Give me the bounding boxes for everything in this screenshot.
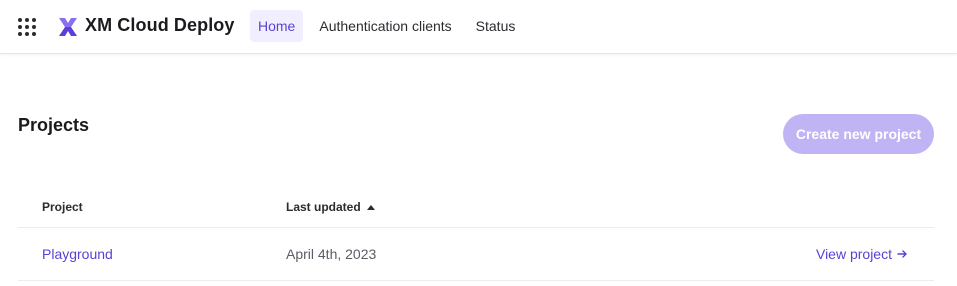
create-new-project-button[interactable]: Create new project bbox=[783, 114, 934, 154]
view-project-link[interactable]: View project bbox=[816, 246, 908, 262]
nav-item-home[interactable]: Home bbox=[250, 10, 304, 42]
xm-cloud-logo-icon bbox=[57, 16, 79, 38]
nav-item-status[interactable]: Status bbox=[468, 10, 524, 42]
arrow-right-icon bbox=[897, 250, 907, 258]
view-project-label: View project bbox=[815, 246, 892, 262]
last-updated-value: April 4th, 2023 bbox=[286, 246, 377, 262]
table-header: Project Last updated bbox=[18, 188, 934, 228]
projects-table: Project Last updated Playground April 4t… bbox=[18, 188, 934, 281]
main-nav: Home Authentication clients Status bbox=[250, 10, 531, 42]
project-link[interactable]: Playground bbox=[42, 246, 113, 262]
column-header-last-updated-label: Last updated bbox=[286, 200, 361, 214]
column-header-project: Project bbox=[42, 200, 83, 214]
table-row: Playground April 4th, 2023 View project bbox=[18, 228, 934, 281]
page-title: Projects bbox=[18, 115, 90, 135]
column-header-last-updated[interactable]: Last updated bbox=[286, 200, 375, 214]
sort-ascending-icon[interactable] bbox=[366, 204, 375, 210]
grid-icon[interactable] bbox=[17, 17, 37, 37]
nav-item-authentication-clients[interactable]: Authentication clients bbox=[311, 10, 459, 42]
app-title[interactable]: XM Cloud Deploy bbox=[85, 15, 235, 36]
top-navigation-bar: XM Cloud Deploy Home Authentication clie… bbox=[0, 0, 957, 54]
